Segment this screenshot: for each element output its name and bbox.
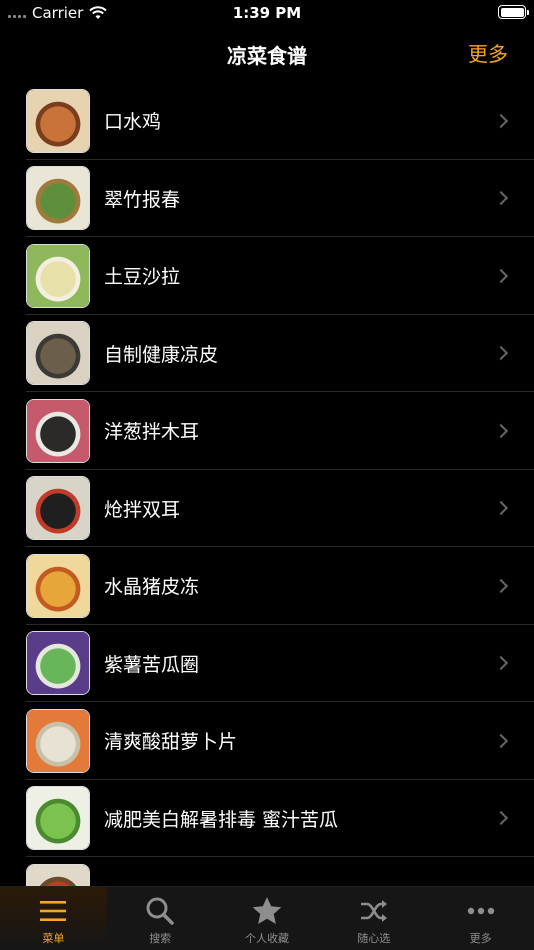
recipe-name: 水晶猪皮冻 [104, 576, 200, 599]
recipe-row[interactable]: 炝拌双耳 [0, 470, 534, 548]
dish-photo [27, 554, 89, 617]
recipe-name: 炝拌双耳 [104, 498, 181, 521]
dish-photo [27, 167, 89, 230]
tab-bar: 菜单 搜索 个人收藏 随心选 更多 [0, 886, 534, 950]
recipe-row[interactable]: 紫薯苦瓜圈 [0, 625, 534, 703]
recipe-row[interactable]: 土豆沙拉 [0, 237, 534, 315]
dish-photo [27, 787, 89, 850]
menu-icon [40, 901, 67, 921]
recipe-thumbnail [26, 166, 90, 231]
recipe-name: 洋葱拌木耳 [104, 421, 200, 444]
recipe-row[interactable]: 自制健康凉皮 [0, 315, 534, 393]
tab-menu[interactable]: 菜单 [0, 887, 107, 950]
navigation-bar: 凉菜食谱 更多 [0, 28, 534, 82]
dish-photo [27, 244, 89, 307]
tab-favorites[interactable]: 个人收藏 [214, 887, 321, 950]
tab-label: 搜索 [149, 932, 172, 945]
recipe-name: 自制健康凉皮 [104, 343, 219, 366]
recipe-thumbnail [26, 553, 90, 618]
tab-label: 菜单 [42, 932, 65, 945]
dish-photo [27, 709, 89, 772]
chevron-right-icon [493, 811, 509, 826]
tab-label: 随心选 [357, 932, 391, 945]
status-time: 1:39 PM [232, 4, 302, 22]
recipe-thumbnail [26, 243, 90, 308]
recipe-row[interactable]: 水晶猪皮冻 [0, 547, 534, 625]
recipe-row[interactable]: 口水鸡 [0, 82, 534, 160]
dish-photo [27, 399, 89, 462]
recipe-thumbnail [26, 786, 90, 851]
recipe-name: 翠竹报春 [104, 188, 181, 211]
recipe-thumbnail [26, 631, 90, 696]
search-icon [146, 897, 174, 925]
tab-random[interactable]: 随心选 [320, 887, 427, 950]
chevron-right-icon [493, 578, 509, 593]
recipe-thumbnail [26, 708, 90, 773]
chevron-right-icon [493, 191, 509, 206]
recipe-row[interactable]: 洋葱拌木耳 [0, 392, 534, 470]
dish-photo [27, 322, 89, 385]
recipe-name: 土豆沙拉 [104, 266, 181, 289]
more-button[interactable]: 更多 [468, 38, 508, 67]
recipe-name: 清爽酸甜萝卜片 [104, 731, 238, 754]
dish-photo [27, 89, 89, 152]
battery-icon [498, 5, 529, 19]
chevron-right-icon [493, 423, 509, 438]
recipe-name: 减肥美白解暑排毒 蜜汁苦瓜 [104, 808, 339, 831]
chevron-right-icon [493, 113, 509, 128]
recipe-name: 口水鸡 [104, 111, 162, 134]
recipe-thumbnail [26, 476, 90, 541]
shuffle-icon [360, 900, 387, 922]
chevron-right-icon [493, 501, 509, 516]
tab-more[interactable]: 更多 [427, 887, 534, 950]
recipe-row[interactable]: 清爽酸甜萝卜片 [0, 702, 534, 780]
recipe-row[interactable]: 翠竹报春 [0, 160, 534, 238]
recipe-thumbnail [26, 321, 90, 386]
recipe-list: 口水鸡翠竹报春土豆沙拉自制健康凉皮 洋葱拌木耳炝拌双耳水晶猪皮冻紫薯苦瓜圈清爽酸甜… [0, 82, 534, 935]
chevron-right-icon [493, 656, 509, 671]
dish-photo [27, 477, 89, 540]
tab-search[interactable]: 搜索 [107, 887, 214, 950]
tab-label: 更多 [469, 932, 492, 945]
chevron-right-icon [493, 268, 509, 283]
star-icon [252, 897, 282, 924]
tab-label: 个人收藏 [244, 932, 289, 945]
recipe-thumbnail [26, 398, 90, 463]
recipe-name: 紫薯苦瓜圈 [104, 653, 200, 676]
status-bar: Carrier 1:39 PM [0, 0, 534, 28]
more-dots-icon [467, 907, 494, 915]
recipe-row[interactable]: 减肥美白解暑排毒 蜜汁苦瓜 [0, 780, 534, 858]
dish-photo [27, 632, 89, 695]
page-title: 凉菜食谱 [227, 44, 307, 68]
chevron-right-icon [493, 346, 509, 361]
recipe-thumbnail [26, 88, 90, 153]
chevron-right-icon [493, 733, 509, 748]
